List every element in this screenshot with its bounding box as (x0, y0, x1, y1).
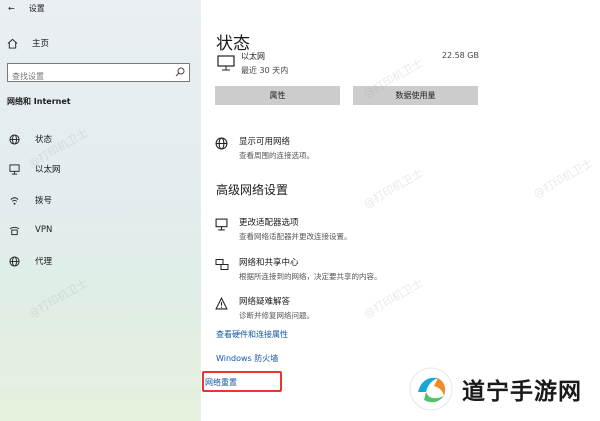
sidebar-item-label: 以太网 (35, 165, 61, 175)
sidebar-item-label: 拨号 (35, 196, 53, 206)
sidebar-item-status[interactable]: 状态 (0, 128, 201, 150)
sidebar: ←设置 主页 网络和 Internet 状态 以太网 拨号 VPN 代理 (0, 0, 201, 421)
brand-name: 道宁手游网 (462, 379, 582, 405)
item-title: 网络和共享中心 (239, 258, 299, 268)
adapter-options-item[interactable]: 更改适配器选项 查看网络适配器并更改连接设置。 (215, 216, 352, 242)
sharing-center-icon (215, 256, 233, 282)
vpn-icon (7, 225, 21, 236)
search-input[interactable] (8, 68, 172, 85)
item-desc: 查看周围的连接选项。 (239, 151, 314, 160)
monitor-icon (217, 55, 235, 71)
brand-logo: 道宁手游网 (408, 366, 582, 412)
sharing-center-item[interactable]: 网络和共享中心 根据所连接到的网络，决定要共享的内容。 (215, 256, 382, 282)
item-title: 网络疑难解答 (239, 297, 291, 307)
home-icon (7, 38, 18, 49)
dialup-icon (7, 195, 21, 206)
firewall-link[interactable]: Windows 防火墙 (216, 353, 278, 364)
item-desc: 查看网络适配器并更改连接设置。 (239, 232, 352, 241)
adapter-icon (215, 216, 233, 242)
window-title: ← 设置 (8, 4, 45, 13)
properties-button[interactable]: 属性 (215, 86, 340, 105)
data-usage-button[interactable]: 数据使用量 (353, 86, 478, 105)
advanced-title: 高级网络设置 (216, 183, 289, 197)
section-title: 网络和 Internet (7, 97, 71, 106)
back-arrow-icon[interactable]: ← (8, 4, 15, 13)
ethernet-name: 以太网 (241, 52, 265, 61)
item-desc: 诊断并修复网络问题。 (239, 311, 314, 320)
sidebar-item-label: 代理 (35, 257, 53, 267)
hardware-properties-link[interactable]: 查看硬件和连接属性 (216, 329, 288, 340)
brand-swirl-icon (409, 367, 453, 411)
sidebar-item-ethernet[interactable]: 以太网 (0, 158, 201, 180)
sidebar-item-vpn[interactable]: VPN (0, 219, 201, 241)
main-panel: 状态 以太网 最近 30 天内 22.58 GB 属性 数据使用量 显示可用网络… (201, 0, 600, 421)
sidebar-item-dialup[interactable]: 拨号 (0, 189, 201, 211)
ethernet-icon (7, 163, 21, 175)
search-box[interactable] (7, 63, 190, 85)
item-desc: 根据所连接到的网络，决定要共享的内容。 (239, 272, 382, 281)
ethernet-status: 以太网 最近 30 天内 22.58 GB (217, 51, 479, 81)
sidebar-home[interactable]: 主页 (7, 37, 49, 49)
reset-highlight-box (202, 371, 282, 392)
sidebar-item-label: VPN (35, 225, 53, 235)
globe-icon (215, 135, 233, 161)
show-networks-item[interactable]: 显示可用网络 查看周围的连接选项。 (215, 135, 314, 161)
ethernet-usage: 22.58 GB (441, 51, 479, 60)
troubleshoot-item[interactable]: 网络疑难解答 诊断并修复网络问题。 (215, 295, 314, 321)
warning-icon (215, 295, 233, 321)
ethernet-period: 最近 30 天内 (241, 66, 289, 75)
sidebar-item-proxy[interactable]: 代理 (0, 250, 201, 272)
search-icon[interactable] (175, 67, 185, 77)
globe-icon (7, 133, 21, 145)
item-title: 显示可用网络 (239, 137, 291, 147)
globe-icon (7, 255, 21, 267)
home-label: 主页 (32, 39, 50, 49)
sidebar-item-label: 状态 (35, 135, 53, 145)
item-title: 更改适配器选项 (239, 218, 299, 228)
